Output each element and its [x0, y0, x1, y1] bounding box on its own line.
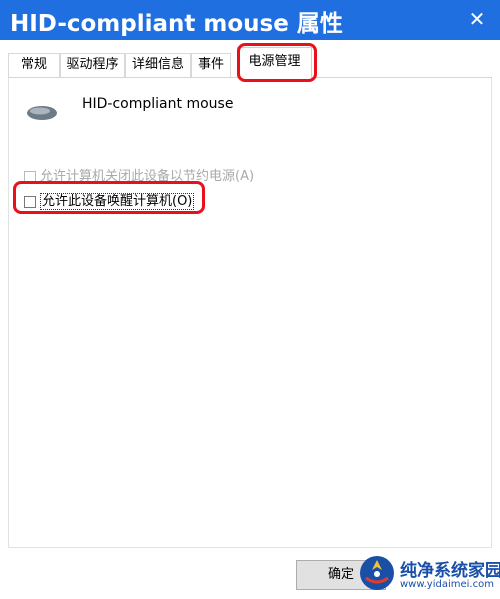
tab-highlight-annotation [237, 43, 317, 82]
tab-events[interactable]: 事件 [191, 53, 231, 77]
tab-details[interactable]: 详细信息 [125, 53, 191, 77]
window-title: HID-compliant mouse 属性 [10, 11, 343, 37]
close-icon: ✕ [468, 7, 486, 31]
watermark-text: 纯净系统家园 [400, 561, 500, 581]
watermark-url: www.yidaimei.com [400, 579, 494, 590]
watermark: 纯净系统家园 www.yidaimei.com [352, 548, 500, 599]
tab-general[interactable]: 常规 [8, 53, 60, 77]
close-button[interactable]: ✕ [464, 6, 490, 32]
title-bar[interactable]: HID-compliant mouse 属性 ✕ [0, 0, 500, 40]
option-highlight-annotation [13, 181, 205, 214]
mouse-icon [27, 106, 57, 120]
device-name: HID-compliant mouse [82, 96, 234, 112]
tab-driver[interactable]: 驱动程序 [60, 53, 125, 77]
tab-content-panel [8, 78, 492, 548]
site-logo-icon [360, 556, 394, 590]
